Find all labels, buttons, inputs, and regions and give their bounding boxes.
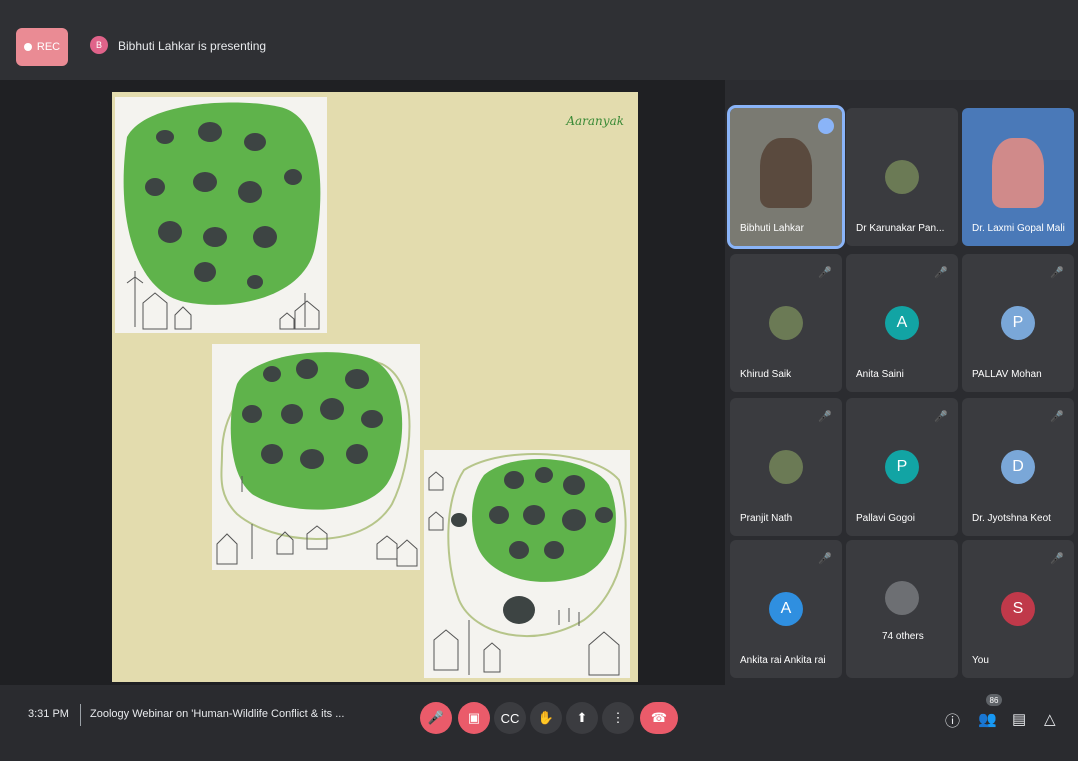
participant-tile[interactable]: Dr. Laxmi Gopal Mali <box>962 108 1074 246</box>
participant-avatar: P <box>1001 306 1035 340</box>
record-dot-icon <box>23 43 32 51</box>
participant-tile[interactable]: Bibhuti Lahkar <box>727 105 845 249</box>
participant-avatar: A <box>769 592 803 626</box>
people-icon[interactable]: 👥 <box>978 710 997 728</box>
forest-illustration-1 <box>123 102 321 330</box>
participant-tile[interactable]: D 🎤 Dr. Jyotshna Keot <box>962 398 1074 536</box>
camera-off-icon: ▣ <box>467 710 481 725</box>
participant-avatar: D <box>1001 450 1035 484</box>
participant-photo <box>769 306 803 340</box>
meeting-info-icon[interactable]: ⓘ <box>945 710 960 731</box>
forest-panel-1 <box>115 97 327 333</box>
people-count-badge: 86 <box>986 694 1002 706</box>
slide-logo: Aaranyak <box>566 114 624 128</box>
participant-photo <box>885 160 919 194</box>
presenting-status: Bibhuti Lahkar is presenting <box>118 39 267 53</box>
participant-tile[interactable]: 🎤 Khirud Saik <box>730 254 842 392</box>
participant-name: 74 others <box>882 631 924 642</box>
leave-call-button[interactable]: ☎ <box>640 702 678 734</box>
participant-tile[interactable]: P 🎤 Pallavi Gogoi <box>846 398 958 536</box>
forest-illustration-3 <box>428 452 627 676</box>
top-bar: REC B Bibhuti Lahkar is presenting <box>0 0 1078 80</box>
mic-off-icon: 🎤 <box>427 710 445 725</box>
divider <box>80 704 81 726</box>
others-avatars <box>885 580 919 615</box>
more-options-button[interactable]: ⋮ <box>602 702 634 734</box>
meeting-title: Zoology Webinar on 'Human-Wildlife Confl… <box>90 708 345 720</box>
forest-panel-3 <box>424 450 630 678</box>
recording-indicator[interactable]: REC <box>16 28 68 66</box>
participant-tile[interactable]: A 🎤 Anita Saini <box>846 254 958 392</box>
chat-icon[interactable]: ▤ <box>1012 710 1026 728</box>
forest-illustration-2 <box>216 352 418 567</box>
mic-off-icon: 🎤 <box>1050 411 1064 423</box>
participant-name: Dr Karunakar Pan... <box>856 223 945 234</box>
present-button[interactable]: ⬆ <box>566 702 598 734</box>
raise-hand-button[interactable]: ✋ <box>530 702 562 734</box>
current-time: 3:31 PM <box>28 708 69 720</box>
mic-off-icon: 🎤 <box>934 411 948 423</box>
mic-toggle-button[interactable]: 🎤 <box>420 702 452 734</box>
participant-name: PALLAV Mohan <box>972 369 1042 380</box>
more-vert-icon: ⋮ <box>611 710 625 725</box>
participant-tile[interactable]: Dr Karunakar Pan... <box>846 108 958 246</box>
mic-off-icon: 🎤 <box>818 411 832 423</box>
present-icon: ⬆ <box>576 710 588 725</box>
presentation-slide: Aaranyak <box>112 92 638 682</box>
rec-label: REC <box>36 41 61 53</box>
captions-icon: CC <box>500 710 520 726</box>
participant-video <box>992 138 1044 208</box>
speaking-icon <box>818 118 834 134</box>
mic-off-icon: 🎤 <box>1050 553 1064 565</box>
participant-name: Anita Saini <box>856 369 904 380</box>
end-call-icon: ☎ <box>650 710 668 725</box>
participant-avatar: A <box>885 306 919 340</box>
participant-video <box>760 138 812 208</box>
participant-name: Bibhuti Lahkar <box>740 223 804 234</box>
participant-name: Dr. Jyotshna Keot <box>972 513 1051 524</box>
participant-avatar: P <box>885 450 919 484</box>
participant-tile[interactable]: 🎤 Pranjit Nath <box>730 398 842 536</box>
participant-name: Khirud Saik <box>740 369 792 380</box>
participant-name: You <box>972 655 989 666</box>
participant-photo <box>769 450 803 484</box>
participant-name: Dr. Laxmi Gopal Mali <box>972 223 1065 234</box>
participant-tile[interactable]: A 🎤 Ankita rai Ankita rai <box>730 540 842 678</box>
mic-off-icon: 🎤 <box>934 267 948 279</box>
mic-off-icon: 🎤 <box>1050 267 1064 279</box>
captions-button[interactable]: CC <box>494 702 526 734</box>
participant-tile[interactable]: S 🎤 You <box>962 540 1074 678</box>
participant-avatar: S <box>1001 592 1035 626</box>
participant-name: Pallavi Gogoi <box>856 513 915 524</box>
presenter-avatar: B <box>90 36 108 54</box>
forest-panel-2 <box>212 344 420 570</box>
participant-tile[interactable]: P 🎤 PALLAV Mohan <box>962 254 1074 392</box>
hand-icon: ✋ <box>537 710 555 725</box>
camera-toggle-button[interactable]: ▣ <box>458 702 490 734</box>
mic-off-icon: 🎤 <box>818 553 832 565</box>
mic-off-icon: 🎤 <box>818 267 832 279</box>
participant-name: Ankita rai Ankita rai <box>740 655 826 666</box>
participant-name: Pranjit Nath <box>740 513 793 524</box>
activities-icon[interactable]: △ <box>1044 710 1056 728</box>
bottom-control-bar: 3:31 PM Zoology Webinar on 'Human-Wildli… <box>0 690 1078 761</box>
participant-tile[interactable]: 74 others <box>846 540 958 678</box>
